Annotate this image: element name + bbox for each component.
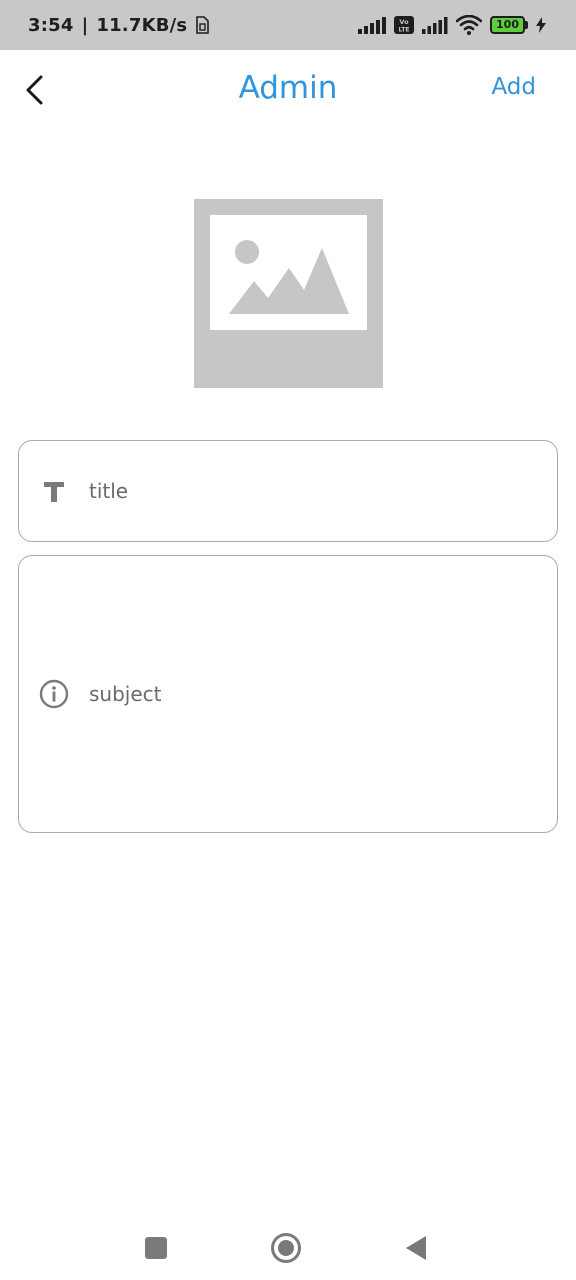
volte-icon: Vo LTE <box>394 16 414 34</box>
subject-input[interactable] <box>89 682 537 706</box>
screen: 3:54 | 11.7KB/s Vo LTE 100 Admin Add tit… <box>0 0 576 1280</box>
info-icon <box>39 679 69 709</box>
wifi-icon <box>456 15 482 35</box>
svg-text:Vo: Vo <box>399 18 409 26</box>
home-icon <box>271 1233 301 1263</box>
status-time: 3:54 <box>28 14 74 36</box>
status-left: 3:54 | 11.7KB/s <box>28 14 210 36</box>
add-button[interactable]: Add <box>491 74 536 100</box>
charging-icon <box>536 17 546 33</box>
cell-signal-icon <box>422 17 448 34</box>
recents-icon <box>145 1237 167 1259</box>
image-placeholder-icon <box>210 215 367 330</box>
image-picker[interactable] <box>194 199 383 388</box>
cell-signal-icon <box>358 17 386 34</box>
recents-button[interactable] <box>136 1228 176 1268</box>
battery-icon: 100 <box>490 16 528 34</box>
text-format-icon <box>39 476 69 506</box>
battery-level: 100 <box>496 18 519 31</box>
app-bar: Admin Add <box>0 50 576 134</box>
title-field[interactable] <box>18 440 558 542</box>
back-triangle-icon <box>406 1236 426 1260</box>
sim-card-icon <box>196 16 210 34</box>
svg-text:LTE: LTE <box>398 27 409 34</box>
nav-back-button[interactable] <box>396 1228 436 1268</box>
status-separator: | <box>81 14 89 36</box>
home-button[interactable] <box>266 1228 306 1268</box>
title-input[interactable] <box>89 479 537 503</box>
subject-field[interactable] <box>18 555 558 833</box>
status-right: Vo LTE 100 <box>358 15 546 35</box>
nav-bar <box>0 1210 576 1280</box>
status-bar: 3:54 | 11.7KB/s Vo LTE 100 <box>0 0 576 50</box>
network-speed: 11.7KB/s <box>96 14 188 36</box>
page-title: Admin <box>238 70 338 106</box>
